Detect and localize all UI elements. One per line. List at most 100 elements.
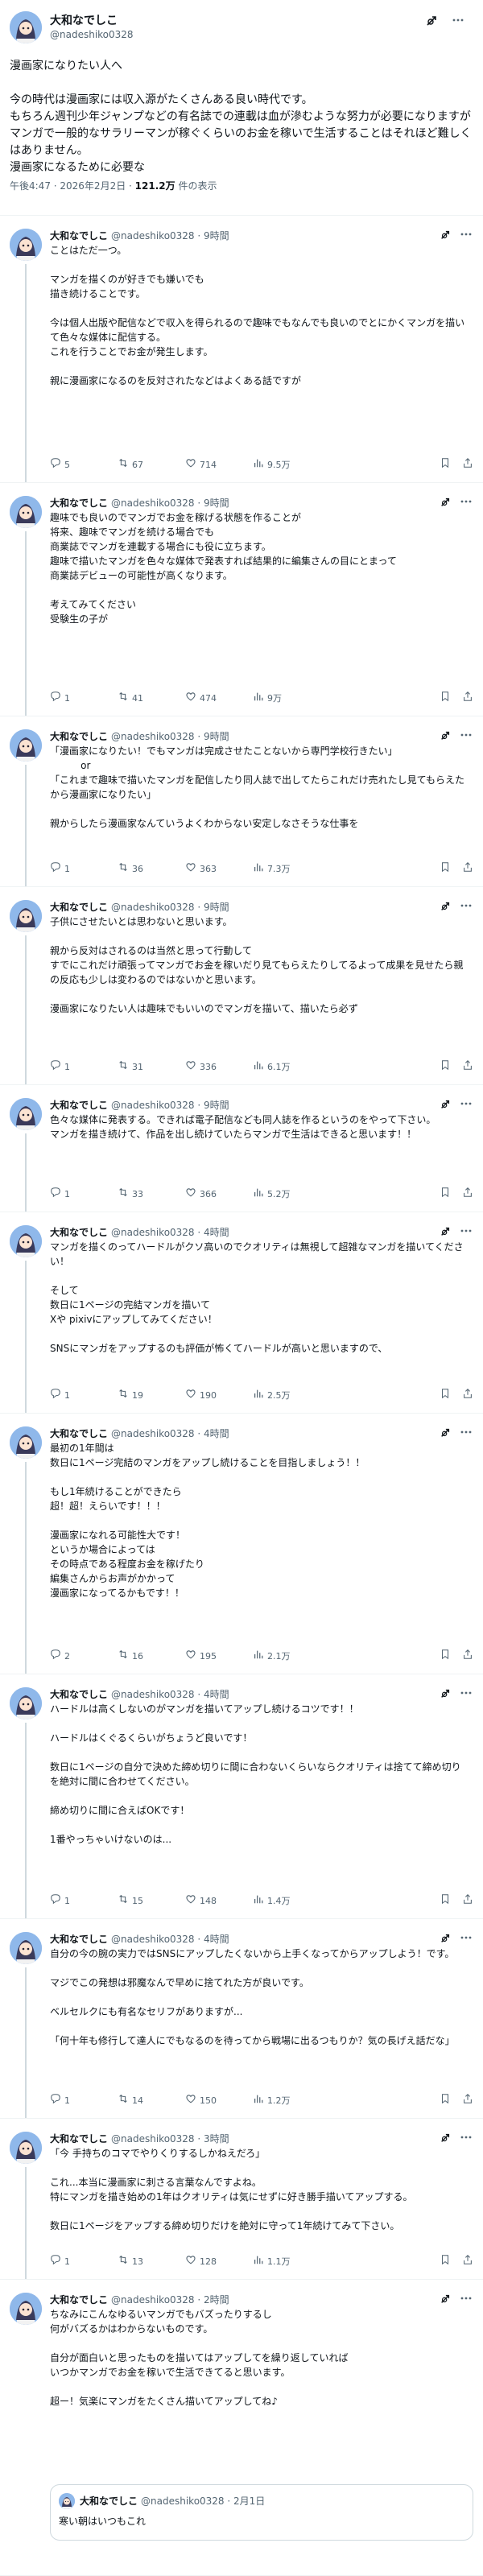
like-button[interactable]: 148 <box>185 1893 217 1909</box>
author-handle-time[interactable]: @nadeshiko0328 · 9時間 <box>111 1100 229 1111</box>
avatar[interactable] <box>10 11 42 43</box>
retweet-button[interactable]: 33 <box>118 1187 143 1203</box>
reply-button[interactable]: 1 <box>50 1187 70 1203</box>
author-handle-time[interactable]: @nadeshiko0328 · 9時間 <box>111 902 229 913</box>
avatar[interactable] <box>10 229 42 261</box>
reply-button[interactable]: 1 <box>50 691 70 707</box>
avatar[interactable] <box>10 1225 42 1257</box>
author-name[interactable]: 大和なでしこ <box>50 731 108 742</box>
like-button[interactable]: 366 <box>185 1187 217 1203</box>
reply-button[interactable]: 1 <box>50 1388 70 1404</box>
views-button[interactable]: 2.5万 <box>253 1388 291 1404</box>
retweet-button[interactable]: 31 <box>118 1059 143 1075</box>
bookmark-button[interactable] <box>440 1893 451 1909</box>
reply-button[interactable]: 1 <box>50 1059 70 1075</box>
retweet-button[interactable]: 19 <box>118 1388 143 1404</box>
grok-icon[interactable] <box>425 14 438 31</box>
author-name[interactable]: 大和なでしこ <box>50 497 108 509</box>
views-button[interactable]: 6.1万 <box>253 1059 291 1075</box>
bookmark-button[interactable] <box>440 2093 451 2109</box>
bookmark-button[interactable] <box>440 1187 451 1203</box>
bookmark-button[interactable] <box>440 457 451 473</box>
avatar[interactable] <box>10 2132 42 2164</box>
author-handle-time[interactable]: @nadeshiko0328 · 2時間 <box>111 2294 229 2306</box>
share-button[interactable] <box>462 691 473 707</box>
reply-post[interactable]: 大和なでしこ @nadeshiko0328 · 4時間 マンガを描くのってハードルが… <box>0 1212 483 1414</box>
share-button[interactable] <box>462 457 473 473</box>
share-button[interactable] <box>462 1649 473 1665</box>
bookmark-button[interactable] <box>440 1649 451 1665</box>
post-date[interactable]: 午後4:47 · 2026年2月2日 · <box>10 180 135 192</box>
reply-post[interactable]: 大和なでしこ @nadeshiko0328 · 9時間 子供にさせたいとは思わないと… <box>0 887 483 1085</box>
views-button[interactable]: 1.4万 <box>253 1893 291 1909</box>
share-button[interactable] <box>462 1059 473 1075</box>
avatar[interactable] <box>10 1426 42 1459</box>
author-handle[interactable]: @nadeshiko0328 <box>50 27 134 42</box>
avatar[interactable] <box>10 1687 42 1719</box>
like-button[interactable]: 128 <box>185 2254 217 2270</box>
bookmark-button[interactable] <box>440 1388 451 1404</box>
share-button[interactable] <box>462 861 473 877</box>
avatar[interactable] <box>10 729 42 762</box>
share-button[interactable] <box>462 1388 473 1404</box>
views-button[interactable]: 7.3万 <box>253 861 291 877</box>
avatar[interactable] <box>10 2293 42 2325</box>
share-button[interactable] <box>462 1187 473 1203</box>
bookmark-button[interactable] <box>440 1059 451 1075</box>
author-name[interactable]: 大和なでしこ <box>50 1428 108 1439</box>
reply-post[interactable]: 大和なでしこ @nadeshiko0328 · 3時間 「今 手持ちのコマでやりくり… <box>0 2119 483 2280</box>
author-name[interactable]: 大和なでしこ <box>50 1227 108 1238</box>
author-handle-time[interactable]: @nadeshiko0328 · 3時間 <box>111 2133 229 2145</box>
retweet-button[interactable]: 13 <box>118 2254 143 2270</box>
like-button[interactable]: 714 <box>185 457 217 473</box>
avatar[interactable] <box>10 900 42 932</box>
reply-post[interactable]: 大和なでしこ @nadeshiko0328 · 4時間 自分の今の腕の実力ではSNS… <box>0 1919 483 2119</box>
reply-button[interactable]: 5 <box>50 457 70 473</box>
reply-post[interactable]: 大和なでしこ @nadeshiko0328 · 9時間 「漫画家になりたい！でもマン… <box>0 716 483 887</box>
retweet-button[interactable]: 41 <box>118 691 143 707</box>
retweet-button[interactable]: 16 <box>118 1649 143 1665</box>
views-button[interactable]: 9.5万 <box>253 457 291 473</box>
avatar[interactable] <box>10 496 42 528</box>
share-button[interactable] <box>462 2093 473 2109</box>
author-name[interactable]: 大和なでしこ <box>50 230 108 242</box>
like-button[interactable]: 190 <box>185 1388 217 1404</box>
author-name[interactable]: 大和なでしこ <box>50 1100 108 1111</box>
share-button[interactable] <box>462 2254 473 2270</box>
reply-button[interactable]: 2 <box>50 1649 70 1665</box>
like-button[interactable]: 336 <box>185 1059 217 1075</box>
author-handle-time[interactable]: @nadeshiko0328 · 4時間 <box>111 1689 229 1700</box>
like-button[interactable]: 474 <box>185 691 217 707</box>
avatar[interactable] <box>10 1098 42 1130</box>
author-name[interactable]: 大和なでしこ <box>50 2133 108 2145</box>
share-button[interactable] <box>462 1893 473 1909</box>
views-button[interactable]: 2.1万 <box>253 1649 291 1665</box>
author-name[interactable]: 大和なでしこ <box>50 1689 108 1700</box>
quoted-post[interactable]: 大和なでしこ @nadeshiko0328 · 2月1日 寒い朝はいつもこれ <box>50 2484 473 2541</box>
reply-post[interactable]: 大和なでしこ @nadeshiko0328 · 9時間 色々な媒体に発表する。できれ… <box>0 1085 483 1212</box>
retweet-button[interactable]: 15 <box>118 1893 143 1909</box>
reply-button[interactable]: 1 <box>50 2093 70 2109</box>
reply-post[interactable]: 大和なでしこ @nadeshiko0328 · 9時間 ことはただ一つ。 マンガを描… <box>0 216 483 483</box>
retweet-button[interactable]: 36 <box>118 861 143 877</box>
author-handle-time[interactable]: @nadeshiko0328 · 9時間 <box>111 497 229 509</box>
author-name[interactable]: 大和なでしこ <box>50 902 108 913</box>
views-button[interactable]: 1.1万 <box>253 2254 291 2270</box>
views-button[interactable]: 9万 <box>253 691 282 707</box>
like-button[interactable]: 150 <box>185 2093 217 2109</box>
avatar[interactable] <box>10 1932 42 1964</box>
reply-post[interactable]: 大和なでしこ @nadeshiko0328 · 2時間 ちなみにこんなゆるいマンガで… <box>0 2280 483 2576</box>
reply-button[interactable]: 1 <box>50 861 70 877</box>
bookmark-button[interactable] <box>440 2254 451 2270</box>
bookmark-button[interactable] <box>440 691 451 707</box>
reply-post[interactable]: 大和なでしこ @nadeshiko0328 · 9時間 趣味でも良いのでマンガでお金… <box>0 483 483 716</box>
author-handle-time[interactable]: @nadeshiko0328 · 4時間 <box>111 1227 229 1238</box>
views-button[interactable]: 1.2万 <box>253 2093 291 2109</box>
reply-post[interactable]: 大和なでしこ @nadeshiko0328 · 4時間 ハードルは高くしないのがマン… <box>0 1674 483 1919</box>
author-handle-time[interactable]: @nadeshiko0328 · 9時間 <box>111 230 229 242</box>
reply-button[interactable]: 1 <box>50 2254 70 2270</box>
author-name[interactable]: 大和なでしこ <box>50 1934 108 1945</box>
like-button[interactable]: 363 <box>185 861 217 877</box>
author-handle-time[interactable]: @nadeshiko0328 · 4時間 <box>111 1934 229 1945</box>
author-handle-time[interactable]: @nadeshiko0328 · 9時間 <box>111 731 229 742</box>
